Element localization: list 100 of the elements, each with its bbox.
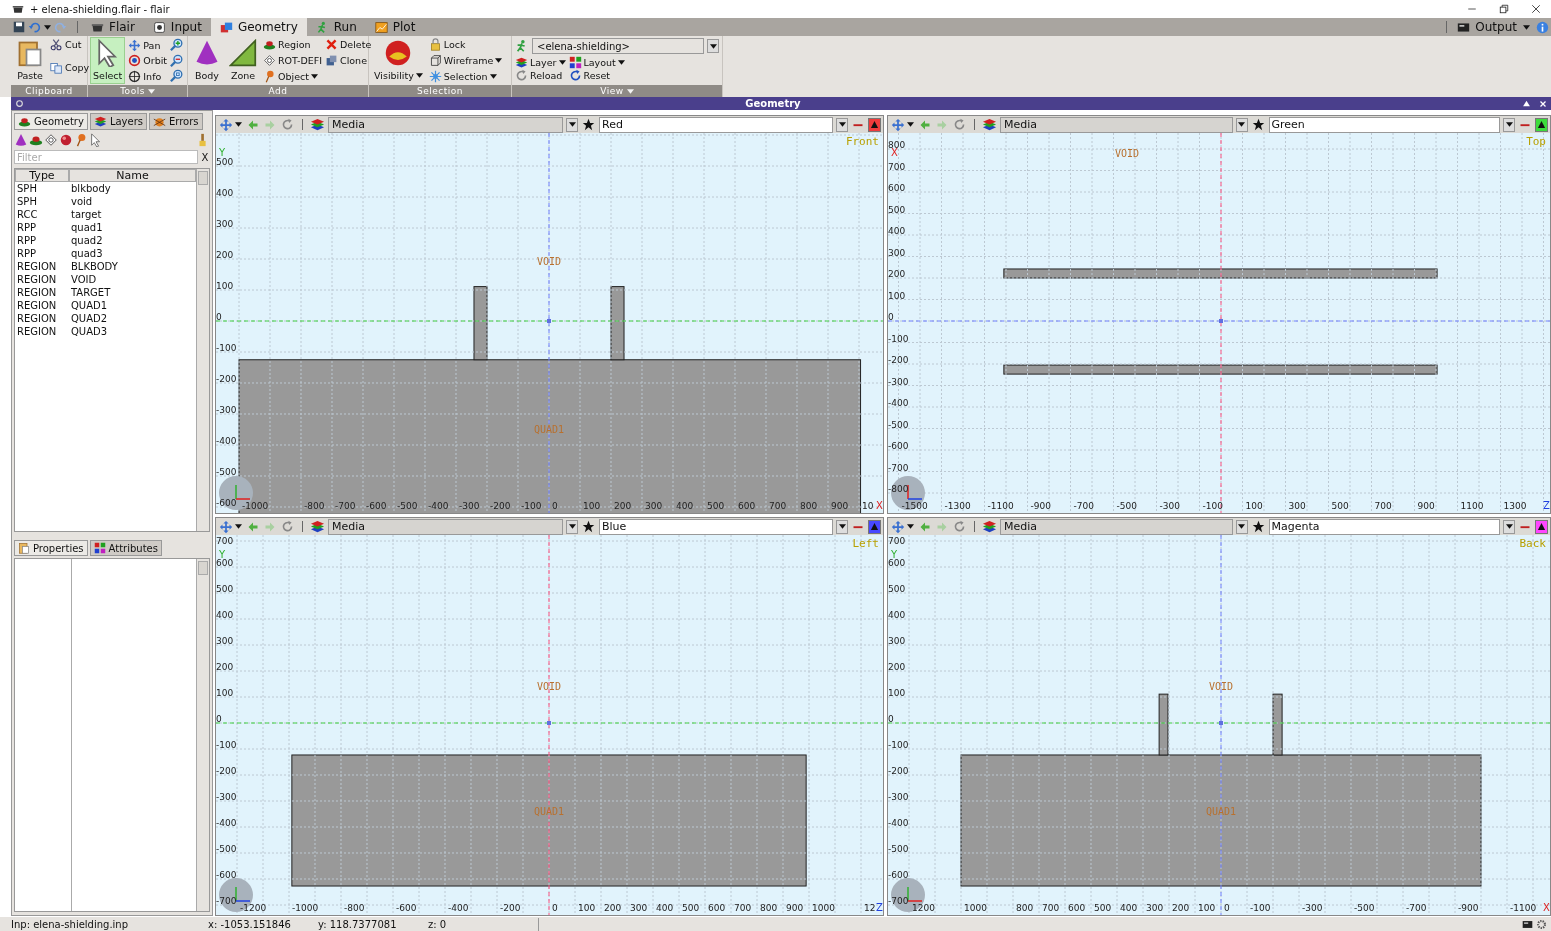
zoom-out-button[interactable] [170, 53, 185, 68]
orbit-button[interactable]: Orbit [128, 53, 168, 68]
visibility-button[interactable]: Visibility [372, 38, 425, 83]
refresh-button[interactable] [280, 117, 295, 132]
selection-button[interactable]: Selection [428, 70, 503, 83]
rot-defi-button[interactable]: ROT-DEFI [263, 54, 323, 67]
navigation-mode-button[interactable] [890, 117, 915, 132]
axis-tick-label: -500 [1354, 903, 1375, 913]
layout-button[interactable]: Layout [568, 56, 625, 69]
reload-icon [515, 69, 528, 82]
view-name: Back [1519, 537, 1546, 550]
star-button[interactable] [581, 519, 596, 534]
info-button[interactable]: Info [128, 69, 168, 83]
panel-tab[interactable]: Attributes [89, 540, 162, 556]
dropdown-button[interactable] [1235, 519, 1248, 534]
caret-icon [495, 58, 503, 63]
delete-button[interactable]: Delete [325, 38, 372, 51]
menu-tab[interactable]: Input [143, 18, 211, 36]
diamond-icon[interactable] [44, 133, 58, 147]
column-header[interactable]: Name [69, 169, 196, 182]
axis-label: Z [1543, 500, 1550, 511]
panel-menu-icon [15, 99, 24, 108]
zoom-in-button[interactable] [170, 38, 185, 52]
layer-combo[interactable]: Media [328, 116, 563, 133]
color-button[interactable] [1535, 117, 1548, 132]
maximize-button[interactable] [1522, 99, 1531, 108]
filter-field[interactable]: Filter [14, 150, 198, 164]
color-button[interactable] [868, 117, 881, 132]
reload-button[interactable]: Reload [515, 69, 566, 82]
close-button[interactable] [1531, 4, 1541, 14]
navigation-mode-button[interactable] [218, 519, 243, 534]
panel-tab[interactable]: Properties [14, 540, 88, 556]
refresh-button[interactable] [952, 519, 967, 534]
menu-tab[interactable]: Run [306, 18, 366, 36]
axis-tick-label: -1000 [292, 903, 319, 913]
color-button[interactable] [1535, 519, 1548, 534]
axis-tick-label: 900 [1417, 501, 1435, 511]
restore-button[interactable] [1499, 4, 1509, 14]
dropdown-button[interactable] [707, 39, 719, 53]
color-combo[interactable]: Green [1268, 116, 1500, 133]
color-combo[interactable]: Red [599, 116, 833, 133]
dropdown-button[interactable] [566, 117, 578, 132]
navigation-mode-button[interactable] [890, 519, 915, 534]
panel-tab[interactable]: Errors [148, 113, 203, 130]
dropdown-button[interactable] [1503, 117, 1515, 132]
menu-tab[interactable]: Geometry [210, 18, 307, 36]
object-button[interactable]: Object [263, 70, 323, 83]
cut-button[interactable]: Cut [50, 38, 90, 51]
output-menu[interactable]: Output [1457, 20, 1517, 34]
panel-tab[interactable]: Geometry [14, 113, 88, 130]
zoom-fit-button[interactable] [170, 69, 185, 83]
pin-icon[interactable] [74, 133, 88, 147]
zone-button[interactable]: Zone [227, 38, 259, 83]
layer-combo[interactable]: Media [1000, 116, 1233, 133]
menu-tab[interactable]: Flair [82, 18, 144, 36]
axis-tick-label: -800 [344, 903, 365, 913]
select-button[interactable]: Select [91, 38, 125, 83]
dropdown-button[interactable] [836, 117, 848, 132]
lock-icon [428, 38, 442, 51]
layer-combo[interactable]: Media [1000, 518, 1233, 535]
color-combo[interactable]: Blue [599, 518, 833, 535]
refresh-button[interactable] [280, 519, 295, 534]
window-title: + elena-shielding.flair - flair [30, 3, 171, 15]
layer-button[interactable]: Layer [515, 56, 566, 69]
region-button[interactable]: Region [263, 38, 323, 51]
dropdown-button[interactable] [566, 519, 578, 534]
save-button[interactable] [13, 21, 25, 33]
paste-button[interactable]: Paste [14, 38, 46, 83]
cursor-icon[interactable] [89, 133, 103, 147]
wireframe-button[interactable]: Wireframe [428, 54, 503, 67]
copy-button[interactable]: Copy [50, 60, 90, 74]
clone-button[interactable]: Clone [325, 54, 372, 67]
menu-tab[interactable]: Plot [365, 18, 425, 36]
dropdown-button[interactable] [1235, 117, 1248, 132]
reset-button[interactable]: Reset [568, 69, 625, 82]
dropdown-button[interactable] [1503, 519, 1515, 534]
panel-tab[interactable]: Layers [89, 113, 147, 130]
lock-button[interactable]: Lock [428, 38, 503, 51]
axis-tick-label: -300 [888, 792, 909, 802]
scrollbar[interactable] [196, 169, 209, 531]
refresh-button[interactable] [952, 117, 967, 132]
color-button[interactable] [868, 519, 881, 534]
axis-tick-label: -300 [1159, 501, 1180, 511]
navigation-mode-button[interactable] [218, 117, 243, 132]
project-combo[interactable]: <elena-shielding> [532, 38, 704, 54]
clear-button[interactable]: X [200, 150, 210, 164]
star-icon [582, 118, 595, 131]
color-combo[interactable]: Magenta [1268, 518, 1500, 535]
caret-icon [568, 122, 576, 127]
ball-icon[interactable] [59, 133, 73, 147]
body-button[interactable]: Body [191, 38, 223, 83]
star-button[interactable] [581, 117, 596, 132]
layer-combo[interactable]: Media [328, 518, 563, 535]
pan-button[interactable]: Pan [128, 38, 168, 52]
axis-tick-label: 700 [216, 536, 234, 546]
dropdown-button[interactable] [836, 519, 848, 534]
column-header[interactable]: Type [15, 169, 69, 182]
axis-tick-label: -600 [888, 870, 909, 880]
cone-icon[interactable] [14, 133, 28, 147]
starburst-icon [428, 70, 442, 83]
